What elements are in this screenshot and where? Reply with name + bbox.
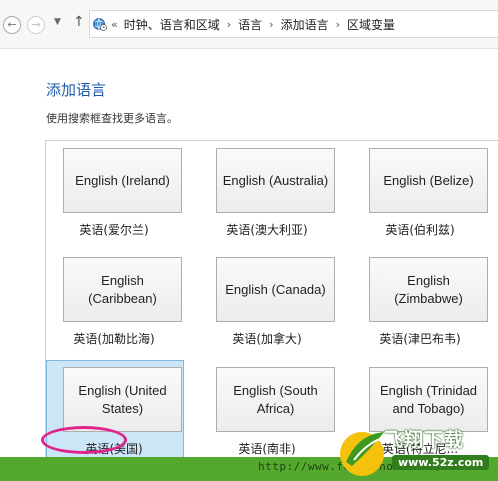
language-option-english-south-africa[interactable]: English (South Africa) 英语(南非) xyxy=(199,360,335,470)
globe-clock-icon xyxy=(93,18,107,31)
breadcrumb-separator-icon[interactable]: › xyxy=(227,18,231,31)
address-bar[interactable]: « 时钟、语言和区域 › 语言 › 添加语言 › 区域变量 xyxy=(89,10,498,38)
language-option-english-belize[interactable]: English (Belize) 英语(伯利兹) xyxy=(352,141,488,251)
breadcrumb-regional-variants[interactable]: 区域变量 xyxy=(347,16,395,33)
recent-pages-chevron-down-icon[interactable]: ▼ xyxy=(54,17,61,27)
language-label: 英语(加勒比海) xyxy=(73,332,155,346)
language-label: 英语(津巴布韦) xyxy=(379,332,461,346)
language-option-english-united-states[interactable]: English (United States) 英语(美国) xyxy=(46,360,184,472)
breadcrumb-clock-language-region[interactable]: 时钟、语言和区域 xyxy=(124,16,220,33)
forward-button[interactable]: → xyxy=(27,16,45,34)
language-tile[interactable]: English (South Africa) xyxy=(216,367,335,432)
language-option-english-caribbean[interactable]: English (Caribbean) 英语(加勒比海) xyxy=(46,250,182,360)
language-label: 英语(伯利兹) xyxy=(385,223,455,237)
up-arrow-icon[interactable]: ↑ xyxy=(73,14,85,30)
language-tile[interactable]: English (United States) xyxy=(63,367,182,432)
watermark-brand: 飞翔下载 xyxy=(384,429,465,451)
language-option-english-australia[interactable]: English (Australia) 英语(澳大利亚) xyxy=(199,141,335,251)
breadcrumb-language[interactable]: 语言 xyxy=(238,16,262,33)
language-label: 英语(南非) xyxy=(238,442,296,456)
language-tile[interactable]: English (Canada) xyxy=(216,257,335,322)
language-label: 英语(加拿大) xyxy=(232,332,302,346)
language-tile[interactable]: English (Ireland) xyxy=(63,148,182,213)
watermark-brand-url: www.52z.com xyxy=(392,455,490,470)
forward-arrow-icon: → xyxy=(31,18,41,31)
language-tile[interactable]: English (Belize) xyxy=(369,148,488,213)
navigation-bar: ← → ▼ ↑ « 时钟、语言和区域 › 语言 › 添加语言 › 区域变量 xyxy=(0,0,498,49)
page-title: 添加语言 xyxy=(46,81,107,99)
back-arrow-icon: ← xyxy=(7,18,17,31)
language-option-english-zimbabwe[interactable]: English (Zimbabwe) 英语(津巴布韦) xyxy=(352,250,488,360)
language-label: 英语(澳大利亚) xyxy=(226,223,308,237)
language-tile[interactable]: English (Zimbabwe) xyxy=(369,257,488,322)
breadcrumb-separator-icon[interactable]: › xyxy=(336,18,340,31)
highlight-circle xyxy=(41,426,127,454)
page-description: 使用搜索框查找更多语言。 xyxy=(46,112,178,125)
language-option-english-ireland[interactable]: English (Ireland) 英语(爱尔兰) xyxy=(46,141,182,251)
breadcrumb-add-language[interactable]: 添加语言 xyxy=(281,16,329,33)
language-tile[interactable]: English (Australia) xyxy=(216,148,335,213)
language-tile[interactable]: English (Caribbean) xyxy=(63,257,182,322)
back-button[interactable]: ← xyxy=(3,16,21,34)
language-label: 英语(爱尔兰) xyxy=(79,223,149,237)
breadcrumb-separator-icon[interactable]: › xyxy=(269,18,273,31)
language-option-english-canada[interactable]: English (Canada) 英语(加拿大) xyxy=(199,250,335,360)
language-grid: English (Ireland) 英语(爱尔兰) English (Austr… xyxy=(45,140,498,472)
breadcrumb-overflow[interactable]: « xyxy=(111,18,118,31)
